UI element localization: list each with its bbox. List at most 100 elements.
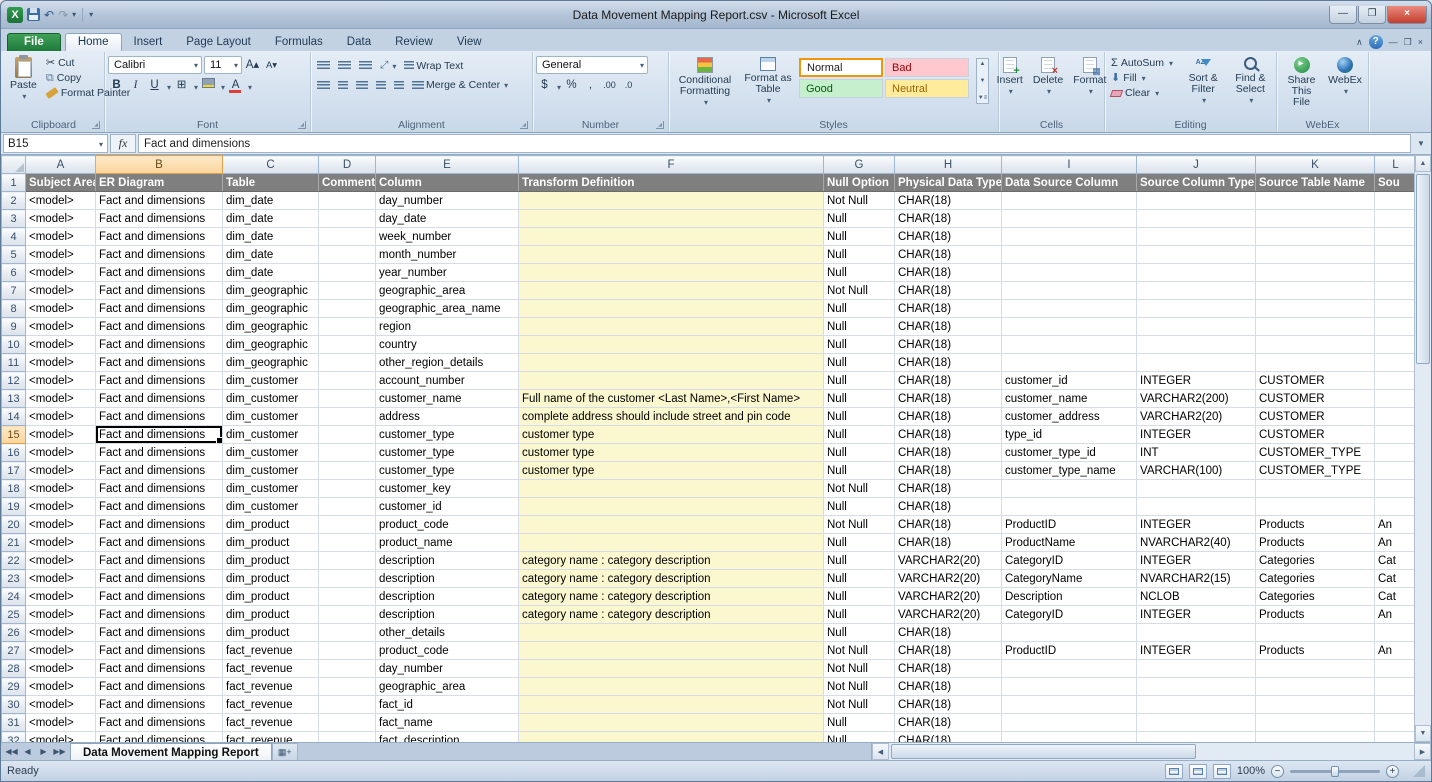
cell-J1[interactable]: Source Column Type [1137, 174, 1256, 192]
zoom-in-button[interactable]: + [1386, 765, 1399, 778]
cell-F17[interactable]: customer type [519, 462, 824, 480]
cell-F9[interactable] [519, 318, 824, 336]
cell-H28[interactable]: CHAR(18) [895, 660, 1002, 678]
cell-I7[interactable] [1002, 282, 1137, 300]
font-family-select[interactable]: Calibri [108, 56, 202, 74]
cell-A9[interactable]: <model> [26, 318, 96, 336]
cell-I3[interactable] [1002, 210, 1137, 228]
cell-style-good[interactable]: Good [799, 79, 883, 98]
cell-L3[interactable] [1375, 210, 1417, 228]
cell-C29[interactable]: fact_revenue [223, 678, 319, 696]
cell-C2[interactable]: dim_date [223, 192, 319, 210]
row-header-18[interactable]: 18 [2, 480, 26, 498]
cell-A23[interactable]: <model> [26, 570, 96, 588]
cell-A22[interactable]: <model> [26, 552, 96, 570]
cell-C21[interactable]: dim_product [223, 534, 319, 552]
cell-B17[interactable]: Fact and dimensions [96, 462, 223, 480]
scroll-right-icon[interactable]: ▶ [1414, 743, 1431, 760]
column-header-G[interactable]: G [824, 156, 895, 174]
cell-I5[interactable] [1002, 246, 1137, 264]
cell-I29[interactable] [1002, 678, 1137, 696]
delete-cells-button[interactable]: Delete [1029, 54, 1067, 98]
cell-K17[interactable]: CUSTOMER_TYPE [1256, 462, 1375, 480]
cell-K4[interactable] [1256, 228, 1375, 246]
cell-G1[interactable]: Null Option [824, 174, 895, 192]
cell-D31[interactable] [319, 714, 376, 732]
cell-G32[interactable]: Null [824, 732, 895, 743]
cell-K25[interactable]: Products [1256, 606, 1375, 624]
cell-J29[interactable] [1137, 678, 1256, 696]
cell-E6[interactable]: year_number [376, 264, 519, 282]
cell-H19[interactable]: CHAR(18) [895, 498, 1002, 516]
cell-G23[interactable]: Null [824, 570, 895, 588]
tab-formulas[interactable]: Formulas [263, 34, 335, 51]
cell-C32[interactable]: fact_revenue [223, 732, 319, 743]
gallery-scroll-down-icon[interactable]: ▼ [980, 78, 986, 84]
cell-L7[interactable] [1375, 282, 1417, 300]
sort-filter-button[interactable]: Sort & Filter [1181, 54, 1226, 107]
cell-F25[interactable]: category name : category description [519, 606, 824, 624]
cell-E16[interactable]: customer_type [376, 444, 519, 462]
cell-B23[interactable]: Fact and dimensions [96, 570, 223, 588]
tab-file[interactable]: File [7, 33, 61, 51]
cell-A21[interactable]: <model> [26, 534, 96, 552]
row-header-9[interactable]: 9 [2, 318, 26, 336]
cell-D10[interactable] [319, 336, 376, 354]
insert-cells-button[interactable]: Insert [993, 54, 1027, 98]
cell-B13[interactable]: Fact and dimensions [96, 390, 223, 408]
cell-H6[interactable]: CHAR(18) [895, 264, 1002, 282]
cell-C6[interactable]: dim_date [223, 264, 319, 282]
cell-L26[interactable] [1375, 624, 1417, 642]
cell-G27[interactable]: Not Null [824, 642, 895, 660]
cell-J15[interactable]: INTEGER [1137, 426, 1256, 444]
vertical-scrollbar[interactable]: ▲ ▼ [1414, 155, 1431, 742]
horizontal-scroll-track[interactable] [889, 743, 1414, 760]
cell-J12[interactable]: INTEGER [1137, 372, 1256, 390]
cell-H1[interactable]: Physical Data Type [895, 174, 1002, 192]
page-layout-view-button[interactable] [1189, 764, 1207, 779]
cell-L32[interactable] [1375, 732, 1417, 743]
cell-J2[interactable] [1137, 192, 1256, 210]
cell-H20[interactable]: CHAR(18) [895, 516, 1002, 534]
cell-E25[interactable]: description [376, 606, 519, 624]
column-header-D[interactable]: D [319, 156, 376, 174]
cell-L1[interactable]: Sou [1375, 174, 1417, 192]
underline-dropdown-icon[interactable] [165, 79, 171, 93]
cell-L13[interactable] [1375, 390, 1417, 408]
cell-K10[interactable] [1256, 336, 1375, 354]
row-header-20[interactable]: 20 [2, 516, 26, 534]
row-header-11[interactable]: 11 [2, 354, 26, 372]
cell-D22[interactable] [319, 552, 376, 570]
cell-A32[interactable]: <model> [26, 732, 96, 743]
row-header-1[interactable]: 1 [2, 174, 26, 192]
next-sheet-icon[interactable]: ▶ [36, 747, 51, 756]
cell-D25[interactable] [319, 606, 376, 624]
cell-C16[interactable]: dim_customer [223, 444, 319, 462]
cell-F32[interactable] [519, 732, 824, 743]
cell-K26[interactable] [1256, 624, 1375, 642]
minimize-ribbon-icon[interactable]: ∧ [1356, 37, 1363, 48]
cell-G24[interactable]: Null [824, 588, 895, 606]
cell-F31[interactable] [519, 714, 824, 732]
cell-D26[interactable] [319, 624, 376, 642]
cell-I10[interactable] [1002, 336, 1137, 354]
cell-K9[interactable] [1256, 318, 1375, 336]
cell-K12[interactable]: CUSTOMER [1256, 372, 1375, 390]
underline-button[interactable]: U [146, 77, 163, 94]
cell-F29[interactable] [519, 678, 824, 696]
cell-J20[interactable]: INTEGER [1137, 516, 1256, 534]
cell-E5[interactable]: month_number [376, 246, 519, 264]
cell-L18[interactable] [1375, 480, 1417, 498]
cell-K29[interactable] [1256, 678, 1375, 696]
cell-L30[interactable] [1375, 696, 1417, 714]
gallery-scroll-up-icon[interactable]: ▲ [980, 61, 986, 67]
cell-K13[interactable]: CUSTOMER [1256, 390, 1375, 408]
cell-C13[interactable]: dim_customer [223, 390, 319, 408]
cell-F20[interactable] [519, 516, 824, 534]
cell-I25[interactable]: CategoryID [1002, 606, 1137, 624]
cell-D2[interactable] [319, 192, 376, 210]
cell-F4[interactable] [519, 228, 824, 246]
decrease-decimal-button[interactable]: .0 [620, 77, 637, 94]
redo-icon[interactable]: ↷ [58, 7, 68, 23]
qat-customize-icon[interactable]: ▾ [89, 10, 93, 19]
